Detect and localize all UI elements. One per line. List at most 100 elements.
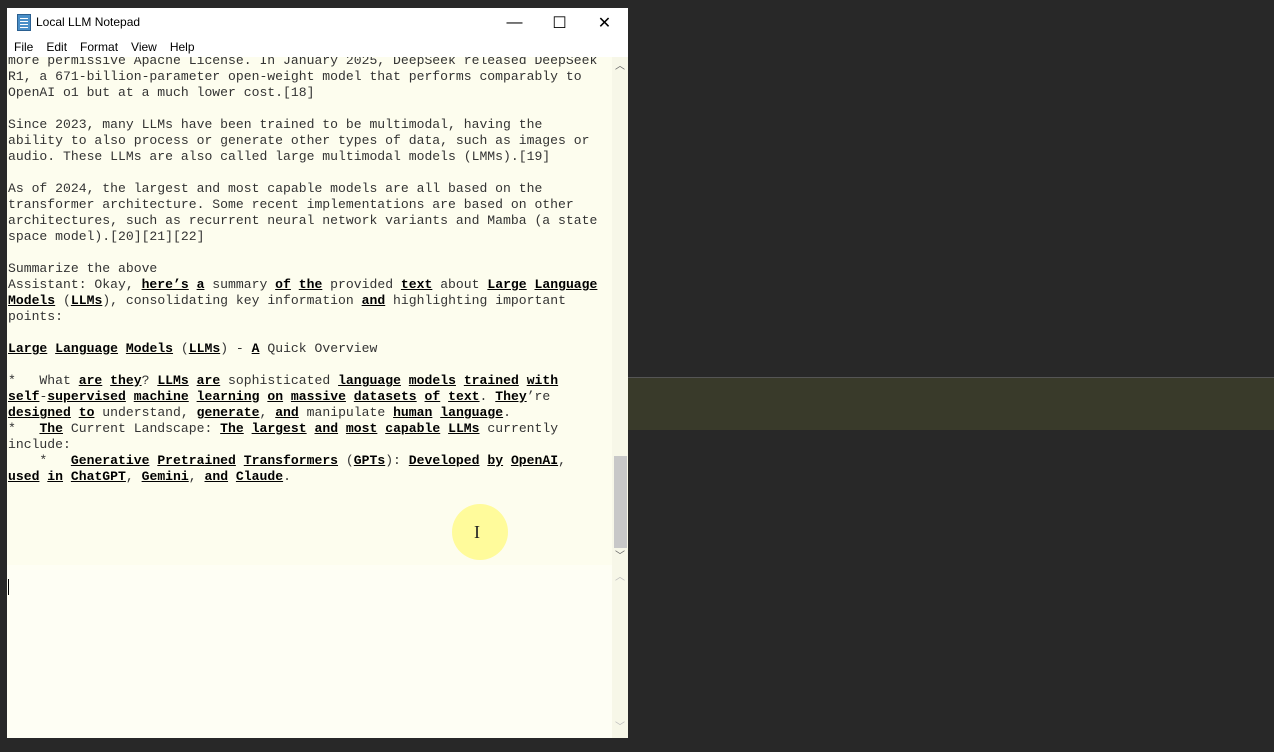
text-segment: space model).[20][21][22]	[8, 229, 205, 244]
minimize-button[interactable]: —	[492, 8, 537, 38]
editor-scrollbar[interactable]: ︿ ﹀	[612, 57, 628, 565]
underlined-word: OpenAI	[510, 453, 559, 468]
underlined-word: are	[196, 373, 221, 388]
underlined-word: text	[400, 277, 433, 292]
text-segment	[440, 421, 448, 436]
text-segment: summary	[204, 277, 276, 292]
text-segment: architectures, such as recurrent neural …	[8, 213, 598, 228]
menu-format[interactable]: Format	[73, 39, 124, 57]
text-segment	[189, 373, 197, 388]
chevron-up-icon[interactable]: ︿	[612, 59, 628, 75]
text-segment	[118, 341, 126, 356]
text-line: architectures, such as recurrent neural …	[8, 213, 597, 229]
text-line	[8, 325, 597, 341]
text-segment	[47, 341, 55, 356]
underlined-word: by	[487, 453, 504, 468]
scrollbar-thumb[interactable]	[614, 456, 627, 548]
text-segment: R1, a 671-billion-parameter open-weight …	[8, 69, 582, 84]
underlined-word: Large	[487, 277, 527, 292]
text-segment	[503, 453, 511, 468]
text-line: * Generative Pretrained Transformers (GP…	[8, 453, 597, 469]
text-segment: .	[503, 405, 511, 420]
underlined-word: The	[220, 421, 244, 436]
text-line	[8, 165, 597, 181]
input-pane[interactable]	[7, 565, 612, 738]
editor-text: more permissive Apache License. In Janua…	[8, 57, 597, 485]
text-segment: ):	[385, 453, 409, 468]
text-segment: *	[8, 453, 71, 468]
text-segment: ,	[558, 453, 566, 468]
text-segment: points:	[8, 309, 64, 324]
close-button[interactable]: ✕	[582, 8, 627, 38]
underlined-word: Models	[125, 341, 174, 356]
text-segment: more permissive Apache License. In Janua…	[8, 57, 598, 68]
underlined-word: The	[39, 421, 64, 436]
input-scrollbar[interactable]: ︿ ﹀	[612, 565, 628, 738]
text-segment: provided	[322, 277, 401, 292]
underlined-word: models	[408, 373, 456, 388]
text-editor[interactable]: more permissive Apache License. In Janua…	[7, 57, 612, 565]
text-segment	[283, 389, 291, 404]
text-segment: * What	[8, 373, 79, 388]
underlined-word: Gemini	[141, 469, 189, 484]
underlined-word: human	[393, 405, 433, 420]
text-line: Summarize the above	[8, 261, 597, 277]
text-segment	[126, 389, 134, 404]
chevron-down-icon[interactable]: ﹀	[612, 720, 628, 736]
menu-bar: File Edit Format View Help	[7, 39, 628, 57]
text-line: * The Current Landscape: The largest and…	[8, 421, 597, 437]
underlined-word: used	[8, 469, 40, 484]
text-line: Since 2023, many LLMs have been trained …	[8, 117, 597, 133]
text-line: R1, a 671-billion-parameter open-weight …	[8, 69, 597, 85]
underlined-word: generate	[196, 405, 260, 420]
menu-edit[interactable]: Edit	[39, 39, 73, 57]
text-segment	[71, 405, 79, 420]
text-segment: .	[283, 469, 291, 484]
text-line: Assistant: Okay, here’s a summary of the…	[8, 277, 597, 293]
text-segment	[346, 389, 354, 404]
underlined-word: Language	[534, 277, 598, 292]
text-line: Large Language Models (LLMs) - A Quick O…	[8, 341, 597, 357]
text-segment	[456, 373, 464, 388]
underlined-word: most	[345, 421, 378, 436]
underlined-word: language	[338, 373, 401, 388]
chevron-down-icon[interactable]: ﹀	[612, 549, 628, 565]
text-segment: ,	[188, 469, 205, 484]
underlined-word: LLMs	[157, 373, 189, 388]
text-segment: highlighting important	[385, 293, 566, 308]
menu-view[interactable]: View	[124, 39, 163, 57]
underlined-word: Pretrained	[157, 453, 236, 468]
text-line: include:	[8, 437, 597, 453]
text-segment	[440, 389, 448, 404]
text-caret	[8, 579, 9, 595]
underlined-word: trained	[463, 373, 519, 388]
maximize-button[interactable]: ☐	[537, 8, 582, 38]
text-line	[8, 101, 597, 117]
underlined-word: Transformers	[243, 453, 339, 468]
text-segment	[189, 277, 197, 292]
text-segment: about	[432, 277, 488, 292]
text-segment: Current Landscape:	[63, 421, 221, 436]
text-segment: include:	[8, 437, 71, 452]
underlined-word: LLMs	[188, 341, 221, 356]
title-bar[interactable]: Local LLM Notepad — ☐ ✕	[7, 8, 628, 38]
text-segment	[401, 373, 409, 388]
underlined-word: of	[275, 277, 291, 292]
underlined-word: the	[298, 277, 323, 292]
text-segment: ,	[125, 469, 142, 484]
text-line: As of 2024, the largest and most capable…	[8, 181, 597, 197]
chevron-up-icon[interactable]: ︿	[612, 570, 628, 586]
underlined-word: here’s	[141, 277, 189, 292]
text-line: transformer architecture. Some recent im…	[8, 197, 597, 213]
underlined-word: capable	[385, 421, 441, 436]
text-segment	[338, 421, 346, 436]
underlined-word: are	[78, 373, 103, 388]
menu-file[interactable]: File	[7, 39, 39, 57]
text-line: Models (LLMs), consolidating key informa…	[8, 293, 597, 309]
underlined-word: LLMs	[70, 293, 103, 308]
text-segment	[519, 373, 527, 388]
underlined-word: language	[440, 405, 504, 420]
text-segment: Summarize the above	[8, 261, 158, 276]
text-segment: currently	[479, 421, 559, 436]
menu-help[interactable]: Help	[163, 39, 201, 57]
